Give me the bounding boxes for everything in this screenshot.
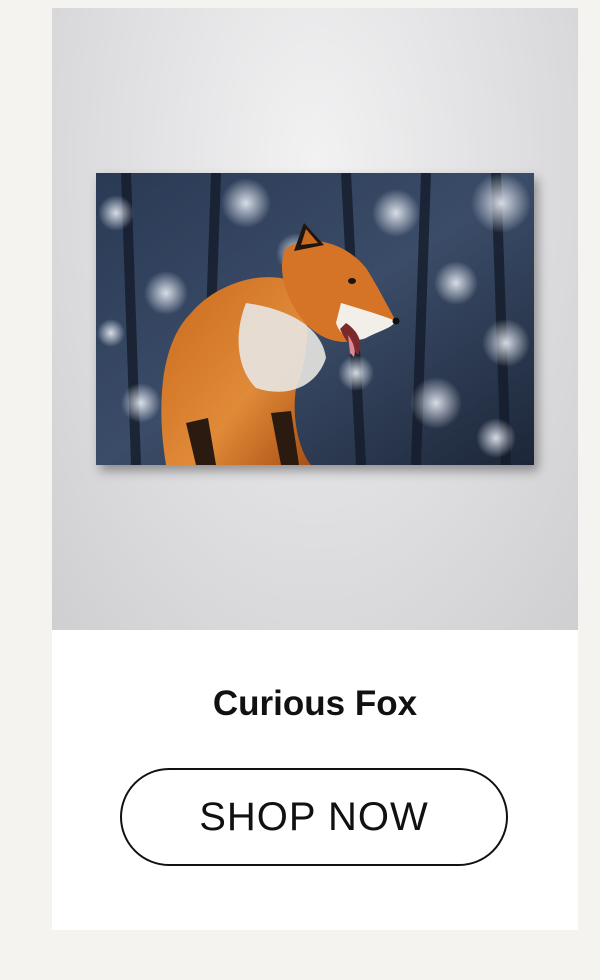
canvas-print-image — [96, 173, 534, 465]
fox-illustration — [96, 173, 534, 465]
product-photo[interactable] — [52, 8, 578, 630]
product-card: Curious Fox SHOP NOW — [52, 8, 578, 930]
shop-now-button[interactable]: SHOP NOW — [120, 768, 508, 866]
product-title: Curious Fox — [212, 684, 418, 723]
